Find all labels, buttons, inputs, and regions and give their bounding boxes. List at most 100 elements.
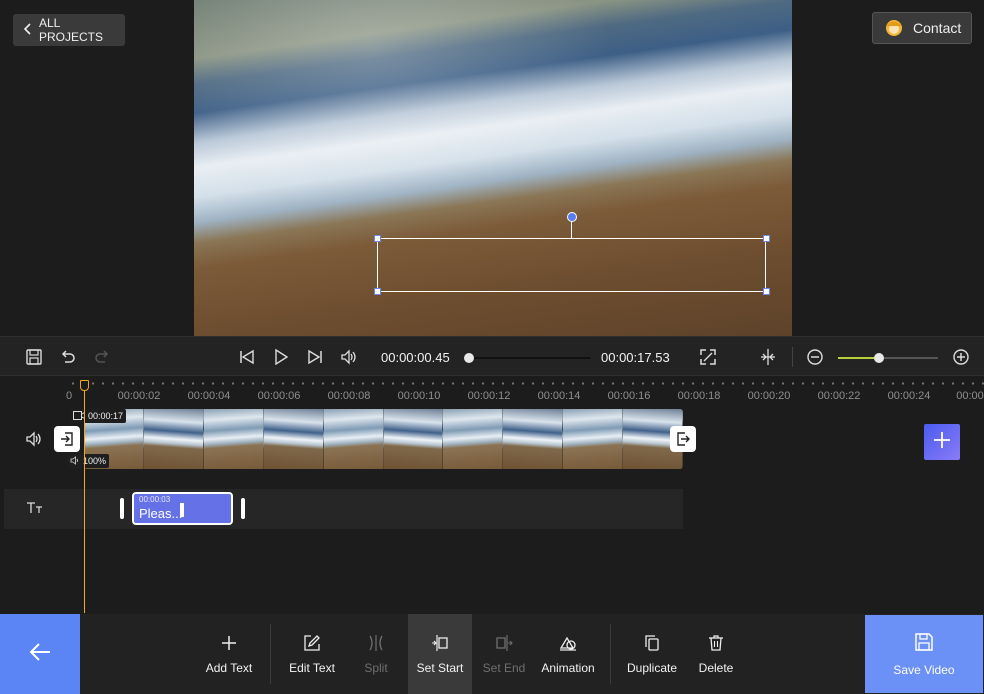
zoom-slider-fill [838, 357, 878, 359]
animation-label: Animation [541, 660, 595, 675]
total-time: 00:00:17.53 [601, 350, 670, 365]
ruler-label: 0 [65, 390, 73, 402]
volume-icon[interactable] [339, 347, 359, 367]
set-end-icon [495, 634, 513, 655]
set-start-label: Set Start [416, 660, 464, 675]
video-thumbnail [143, 409, 204, 469]
plus-icon [220, 634, 238, 655]
add-text-button[interactable]: Add Text [196, 614, 262, 694]
split-icon [367, 634, 385, 655]
text-overlay-box[interactable] [377, 238, 766, 292]
undo-icon[interactable] [58, 347, 78, 367]
trim-end-handle[interactable] [670, 426, 696, 452]
rotate-handle[interactable] [567, 212, 577, 222]
seek-knob[interactable] [464, 353, 474, 363]
divider [792, 347, 793, 367]
redo-icon[interactable] [92, 347, 112, 367]
audio-track-icon[interactable] [25, 430, 45, 448]
toolbar-divider [270, 624, 271, 684]
volume-small-icon [70, 455, 80, 467]
zoom-in-icon[interactable] [951, 347, 971, 367]
clip-volume-badge[interactable]: 100% [67, 454, 110, 468]
video-thumbnail [323, 409, 384, 469]
playback-controls-bar: 00:00:00.45 00:00:17.53 [0, 336, 984, 376]
text-clip-label: Pleas... [139, 506, 183, 521]
split-button[interactable]: Split [348, 614, 404, 694]
add-text-label: Add Text [205, 660, 253, 675]
text-clip-drag-grip[interactable] [180, 503, 184, 517]
add-media-button[interactable] [924, 424, 960, 460]
ruler-label: 00:00:02 [117, 390, 161, 402]
play-icon[interactable] [271, 347, 291, 367]
clip-volume: 100% [83, 456, 107, 466]
delete-button[interactable]: Delete [690, 614, 742, 694]
chevron-left-icon [23, 22, 33, 38]
trim-start-handle[interactable] [54, 426, 80, 452]
video-thumbnail [563, 409, 624, 469]
video-thumbnail [203, 409, 264, 469]
clip-duration-badge: 00:00:17 [70, 409, 127, 423]
resize-handle-top-right[interactable] [763, 235, 770, 242]
edit-text-label: Edit Text [289, 660, 335, 675]
zoom-out-icon[interactable] [805, 347, 825, 367]
contact-button[interactable]: Contact [872, 12, 972, 44]
text-clip-start-edge[interactable] [120, 498, 124, 519]
plus-icon [932, 430, 952, 455]
playhead-handle[interactable] [80, 380, 89, 391]
seek-bar[interactable] [468, 357, 590, 359]
copy-icon [643, 634, 661, 655]
animation-button[interactable]: Animation [536, 614, 600, 694]
duplicate-button[interactable]: Duplicate [620, 614, 684, 694]
video-thumbnail [383, 409, 444, 469]
toolbar-divider [610, 624, 611, 684]
ruler-label: 00:00:22 [817, 390, 861, 402]
ruler-label: 00:00:18 [677, 390, 721, 402]
rotate-connector [571, 221, 572, 238]
save-video-button[interactable]: Save Video [865, 615, 983, 693]
back-button[interactable] [0, 614, 80, 694]
ruler-label: 00:00:06 [257, 390, 301, 402]
video-clip[interactable] [84, 409, 683, 469]
ruler-label: 00:00:10 [397, 390, 441, 402]
ruler-label: 00:00:04 [187, 390, 231, 402]
resize-handle-top-left[interactable] [374, 235, 381, 242]
save-project-icon[interactable] [24, 347, 44, 367]
skip-to-start-icon[interactable] [237, 347, 257, 367]
set-end-label: Set End [482, 660, 526, 675]
set-start-button[interactable]: Set Start [408, 614, 472, 694]
save-icon [914, 632, 934, 655]
text-clip-end-edge[interactable] [241, 498, 245, 519]
pencil-icon [303, 634, 321, 655]
fullscreen-icon[interactable] [698, 347, 718, 367]
video-thumbnail [263, 409, 324, 469]
set-end-button[interactable]: Set End [476, 614, 532, 694]
ruler-label: 00:00:14 [537, 390, 581, 402]
save-video-label: Save Video [893, 662, 955, 677]
ruler-label: 00:00:20 [747, 390, 791, 402]
skip-to-end-icon[interactable] [305, 347, 325, 367]
all-projects-label: ALL PROJECTS [39, 16, 104, 44]
ruler-label: 00:00:12 [467, 390, 511, 402]
resize-handle-bottom-right[interactable] [763, 288, 770, 295]
text-track-icon [26, 500, 44, 521]
resize-handle-bottom-left[interactable] [374, 288, 381, 295]
timeline-ruler[interactable]: 0 00:00:02 00:00:04 00:00:06 00:00:08 00… [0, 377, 984, 403]
video-preview[interactable] [194, 0, 792, 336]
split-label: Split [364, 660, 388, 675]
animation-icon [559, 634, 577, 655]
duplicate-label: Duplicate [626, 660, 678, 675]
ruler-ticks [68, 382, 984, 385]
ruler-label: 00:00 [956, 390, 984, 402]
ruler-label: 00:00:16 [607, 390, 651, 402]
zoom-slider-knob[interactable] [874, 353, 884, 363]
ruler-label: 00:00:08 [327, 390, 371, 402]
text-track[interactable] [4, 489, 683, 529]
support-avatar-icon [883, 17, 905, 40]
arrow-left-icon [28, 642, 52, 667]
all-projects-button[interactable]: ALL PROJECTS [13, 14, 125, 46]
edit-text-button[interactable]: Edit Text [280, 614, 344, 694]
fit-timeline-icon[interactable] [758, 347, 778, 367]
contact-label: Contact [913, 20, 962, 36]
trash-icon [707, 634, 725, 655]
current-time: 00:00:00.45 [381, 350, 450, 365]
